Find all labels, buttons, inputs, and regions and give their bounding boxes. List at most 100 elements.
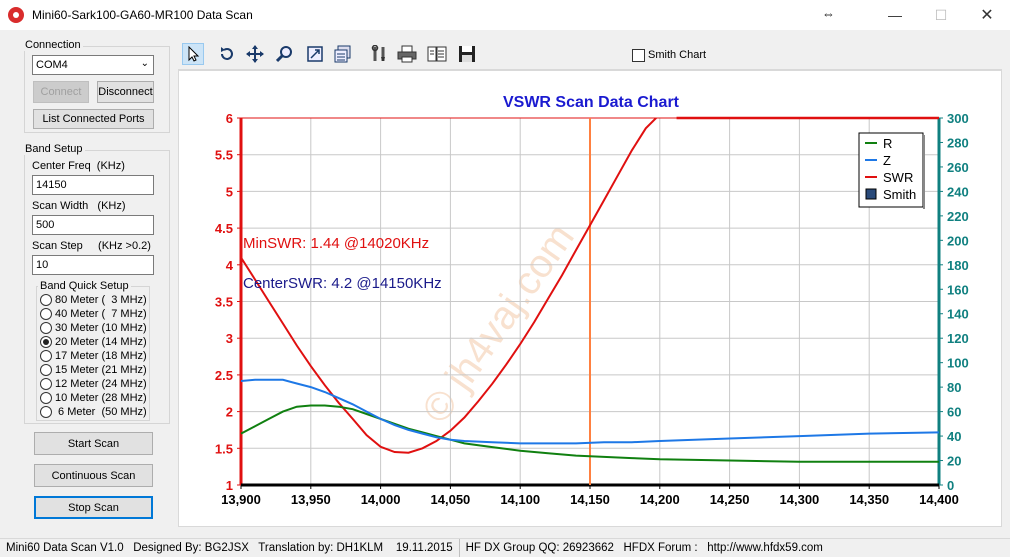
- y-left-tick-label: 3: [226, 331, 233, 346]
- minimize-button[interactable]: —: [872, 0, 918, 30]
- disconnect-button[interactable]: Disconnect: [97, 81, 154, 103]
- chevron-down-icon: ⌄: [140, 58, 149, 69]
- vswr-chart[interactable]: VSWR Scan Data Chart© jh4vaj.com13,900 13…: [179, 71, 1003, 528]
- y-left-tick-label: 2: [226, 405, 233, 420]
- legend-label-smith: Smith: [883, 187, 916, 202]
- y-right-tick-label: 0: [947, 478, 954, 493]
- settings-icon[interactable]: [368, 43, 390, 65]
- x-tick-label: 14,400: [919, 492, 959, 507]
- legend-swatch-smith: [865, 188, 877, 200]
- legend-shadow: [923, 135, 925, 209]
- x-tick-label: 14,250: [710, 492, 750, 507]
- resize-icon: ⇔: [822, 6, 835, 21]
- band-radio-8[interactable]: 6 Meter (50 MHz): [40, 405, 147, 419]
- radio-button[interactable]: [40, 392, 52, 404]
- close-button[interactable]: ✕: [964, 0, 1010, 30]
- band-setup-label: Band Setup: [23, 143, 85, 155]
- band-radio-label: 40 Meter ( 7 MHz): [55, 308, 147, 320]
- y-left-tick-label: 5: [226, 184, 233, 199]
- y-right-tick-label: 140: [947, 307, 969, 322]
- radio-button[interactable]: [40, 378, 52, 390]
- y-right-tick-label: 280: [947, 135, 969, 150]
- start-scan-button[interactable]: Start Scan: [34, 432, 153, 455]
- y-right-tick-label: 160: [947, 282, 969, 297]
- smith-chart-label: Smith Chart: [648, 49, 707, 61]
- pointer-icon[interactable]: [182, 43, 204, 65]
- radio-button[interactable]: [40, 350, 52, 362]
- y-right-tick-label: 260: [947, 160, 969, 175]
- port-select-value: COM4: [36, 59, 68, 71]
- x-tick-label: 13,950: [291, 492, 331, 507]
- save-icon[interactable]: [456, 43, 478, 65]
- band-radio-label: 20 Meter (14 MHz): [55, 336, 147, 348]
- scan-step-input[interactable]: [32, 255, 154, 275]
- zoom-fit-icon[interactable]: [304, 43, 326, 65]
- y-right-tick-label: 100: [947, 356, 969, 371]
- band-radio-label: 80 Meter ( 3 MHz): [55, 294, 147, 306]
- chart-toolbar: [178, 40, 1002, 70]
- x-tick-label: 14,350: [849, 492, 889, 507]
- radio-button[interactable]: [40, 364, 52, 376]
- band-radio-1[interactable]: 40 Meter ( 7 MHz): [40, 307, 147, 321]
- band-radio-6[interactable]: 12 Meter (24 MHz): [40, 377, 147, 391]
- y-left-tick-label: 5.5: [215, 148, 233, 163]
- band-radio-7[interactable]: 10 Meter (28 MHz): [40, 391, 147, 405]
- radio-button[interactable]: [40, 294, 52, 306]
- x-tick-label: 14,200: [640, 492, 680, 507]
- status-credits: Mini60 Data Scan V1.0 Designed By: BG2JS…: [0, 538, 460, 557]
- window-title: Mini60-Sark100-GA60-MR100 Data Scan: [32, 8, 253, 22]
- y-right-tick-label: 180: [947, 258, 969, 273]
- x-tick-label: 14,050: [431, 492, 471, 507]
- band-radio-label: 10 Meter (28 MHz): [55, 392, 147, 404]
- continuous-scan-button[interactable]: Continuous Scan: [34, 464, 153, 487]
- radio-button[interactable]: [40, 336, 52, 348]
- y-left-tick-label: 1: [226, 478, 233, 493]
- rotate-icon[interactable]: [216, 43, 238, 65]
- y-right-tick-label: 220: [947, 209, 969, 224]
- y-left-tick-label: 2.5: [215, 368, 233, 383]
- radio-button[interactable]: [40, 308, 52, 320]
- scan-width-input[interactable]: [32, 215, 154, 235]
- port-select[interactable]: COM4 ⌄: [32, 55, 154, 75]
- stop-scan-button[interactable]: Stop Scan: [34, 496, 153, 519]
- print-icon[interactable]: [396, 43, 418, 65]
- band-radio-0[interactable]: 80 Meter ( 3 MHz): [40, 293, 147, 307]
- x-tick-label: 14,100: [500, 492, 540, 507]
- band-radio-2[interactable]: 30 Meter (10 MHz): [40, 321, 147, 335]
- scan-width-label: Scan Width (KHz): [32, 200, 126, 212]
- app-icon[interactable]: [8, 7, 24, 23]
- y-right-tick-label: 300: [947, 111, 969, 126]
- y-left-tick-label: 3.5: [215, 295, 233, 310]
- chart-area: VSWR Scan Data Chart © jh4vaj.com 13,900 13…: [178, 70, 1002, 527]
- y-right-tick-label: 40: [947, 429, 961, 444]
- list-ports-button[interactable]: List Connected Ports: [33, 109, 154, 129]
- connect-button[interactable]: Connect: [33, 81, 89, 103]
- pan-icon[interactable]: [244, 43, 266, 65]
- data-icon[interactable]: [332, 43, 354, 65]
- center-freq-label: Center Freq (KHz): [32, 160, 125, 172]
- export-icon[interactable]: [426, 43, 448, 65]
- band-radio-label: 6 Meter (50 MHz): [55, 406, 147, 418]
- y-right-tick-label: 240: [947, 184, 969, 199]
- radio-button[interactable]: [40, 322, 52, 334]
- status-forum: HF DX Group QQ: 26923662 HFDX Forum : ht…: [465, 541, 823, 554]
- band-radio-label: 17 Meter (18 MHz): [55, 350, 147, 362]
- band-quick-label: Band Quick Setup: [38, 280, 131, 292]
- smith-chart-checkbox[interactable]: [632, 49, 645, 62]
- band-radio-4[interactable]: 17 Meter (18 MHz): [40, 349, 147, 363]
- y-left-tick-label: 1.5: [215, 441, 233, 456]
- radio-button[interactable]: [40, 406, 52, 418]
- center-freq-input[interactable]: [32, 175, 154, 195]
- x-tick-label: 14,150: [570, 492, 610, 507]
- chart-title: VSWR Scan Data Chart: [503, 94, 680, 111]
- y-left-tick-label: 4.5: [215, 221, 233, 236]
- connection-group-label: Connection: [23, 39, 83, 51]
- zoom-icon[interactable]: [274, 43, 296, 65]
- y-right-tick-label: 20: [947, 454, 961, 469]
- x-tick-label: 13,900: [221, 492, 261, 507]
- band-radio-label: 15 Meter (21 MHz): [55, 364, 147, 376]
- band-radio-5[interactable]: 15 Meter (21 MHz): [40, 363, 147, 377]
- maximize-button[interactable]: ☐: [918, 0, 964, 30]
- y-right-tick-label: 80: [947, 380, 961, 395]
- band-radio-3[interactable]: 20 Meter (14 MHz): [40, 335, 147, 349]
